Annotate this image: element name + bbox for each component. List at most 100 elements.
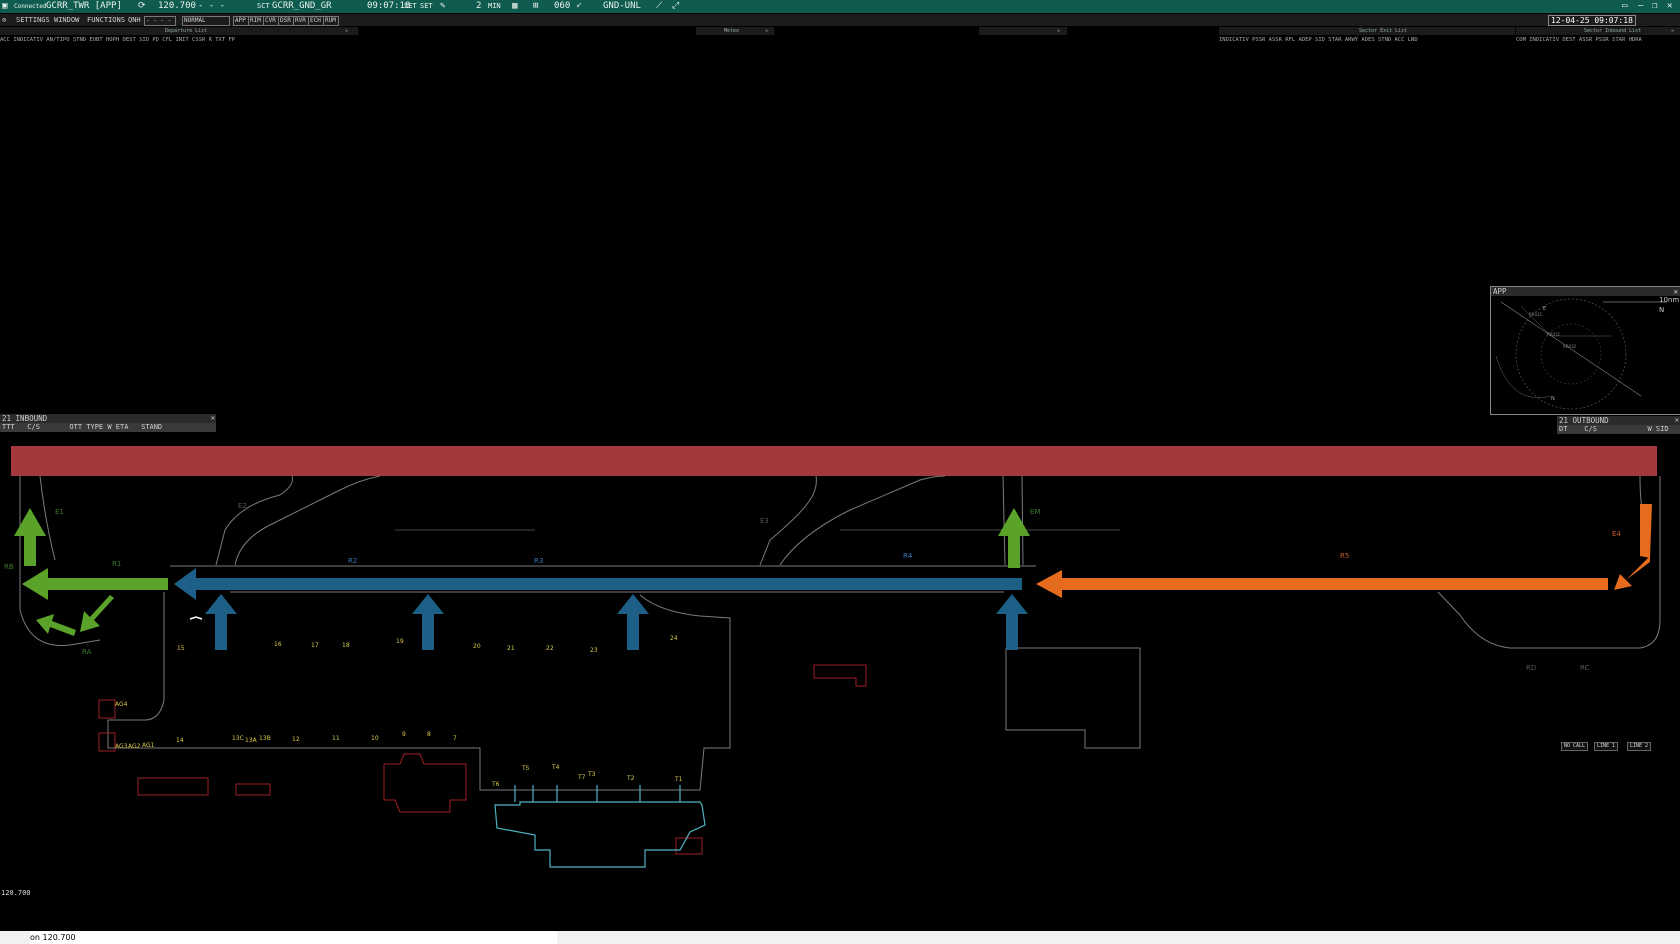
taxiway-label-left: RB [4, 563, 14, 571]
wind-icon: ➶ [576, 1, 582, 11]
stand-label: 22 [546, 645, 554, 652]
dsr-button[interactable]: DSR [278, 16, 294, 26]
grid-icon[interactable]: ▦ [512, 0, 517, 13]
green-arrow-north-e1 [14, 508, 46, 566]
ech-button[interactable]: ECH [308, 16, 324, 26]
no-call-button[interactable]: NO CALL [1561, 742, 1589, 751]
building-a [137, 777, 209, 796]
screen-icon[interactable]: ▭ [1622, 0, 1627, 13]
stand-label: 18 [342, 642, 350, 649]
meteo-titlebar[interactable]: Meteo ✕ [696, 27, 774, 35]
taxiway-e2-edge-b [234, 475, 381, 566]
set-a-button[interactable]: SET [404, 0, 417, 13]
stand-label: 20 [473, 643, 481, 650]
taxiway-label-e2: E2 [238, 502, 247, 510]
sector-inbound-list-titlebar[interactable]: Sector Inbound List ✕ [1516, 27, 1680, 35]
departure-list-titlebar[interactable]: Departure List ✕ [0, 27, 358, 35]
pin-icon[interactable]: ⊘ [2, 14, 6, 26]
taxiway-em-edge-b [1021, 475, 1024, 566]
pencil-icon[interactable]: ✎ [440, 0, 445, 13]
inbound-panel-title[interactable]: 21 INBOUND ✕ [0, 414, 216, 423]
menu-functions[interactable]: FUNCTIONS [87, 14, 125, 26]
menu-settings[interactable]: SETTINGS [16, 14, 50, 26]
runway[interactable] [11, 446, 1657, 476]
stand-label: 13C [232, 735, 244, 742]
runway-heading[interactable]: 060 [554, 0, 570, 13]
cvr-button[interactable]: CVR [263, 16, 279, 26]
meteo-close-icon[interactable]: ✕ [765, 27, 768, 35]
min-label[interactable]: MIN [488, 0, 501, 13]
level-filter[interactable]: GND-UNL [603, 0, 641, 13]
app-window-close-icon[interactable]: ✕ [1673, 287, 1678, 296]
app-window-titlebar[interactable]: APP ✕ [1491, 287, 1680, 296]
stand-label: AG4 [115, 701, 128, 708]
outbound-close-icon[interactable]: ✕ [1675, 416, 1679, 425]
meteo-title: Meteo [724, 28, 740, 34]
departure-list-title: Departure List [165, 28, 208, 34]
taxiway-label-r3: R3 [534, 557, 543, 565]
app-button[interactable]: APP [233, 16, 249, 26]
restore-icon[interactable]: ❐ [1652, 0, 1657, 13]
apron-outline [107, 592, 731, 791]
green-arrow-north-em [998, 508, 1030, 568]
measure-icon[interactable]: ⟋ [656, 0, 662, 13]
position-label[interactable]: GCRR_TWR [APP] [46, 0, 122, 13]
inbound-close-icon[interactable]: ✕ [211, 414, 215, 423]
sector-name[interactable]: GCRR_GND_GR [272, 0, 332, 13]
minimize-icon[interactable]: – [1638, 0, 1643, 13]
departure-list-close-icon[interactable]: ✕ [345, 27, 348, 35]
rim-button[interactable]: RIM [248, 16, 264, 26]
toolbar-strip-close-icon[interactable]: ✕ [1057, 27, 1060, 35]
line-2-button[interactable]: LINE 2 [1627, 742, 1652, 751]
filter-icon[interactable]: ⊞ [533, 0, 538, 13]
outbound-panel-title[interactable]: 21 OUTBOUND ✕ [1557, 416, 1680, 425]
outbound-columns: DT C/S W SID [1557, 425, 1680, 434]
sector-inbound-list-close-icon[interactable]: ✕ [1671, 27, 1674, 35]
taxiway-label-rd: RD [1526, 664, 1536, 672]
stand-label: 13B [259, 735, 271, 742]
taxiway-e4-edge [1639, 475, 1651, 531]
taxiway-label-rc: RC [1580, 664, 1590, 672]
fix-e: E [1543, 306, 1546, 312]
mode-select[interactable]: NORMAL [182, 16, 230, 26]
stand-labels: 15 16 17 18 19 20 21 22 23 24 AG4 AG3 AG… [115, 635, 683, 788]
route-icon[interactable]: ⤢ [672, 0, 679, 13]
building-b [235, 783, 271, 796]
taxiway-outlines [19, 475, 1661, 791]
rum-button[interactable]: RUM [323, 16, 339, 26]
taxiway-e3-edge-a [759, 475, 817, 566]
sector-inbound-list-columns: COM INDICATIV DEST ASSR PSSR STAR HDRA [1516, 37, 1642, 43]
date-time-display: 12-04-25 09:07:18 [1548, 15, 1636, 26]
aircraft-symbol[interactable] [189, 616, 203, 620]
stand-label: AG3 [115, 743, 128, 750]
building-ag4 [98, 699, 116, 719]
fix-rr021: RR021 [1529, 312, 1543, 317]
inbound-title-text: 21 INBOUND [2, 414, 48, 423]
app-radar-window[interactable]: APP ✕ 10nm N E RR021 RR031 RR032 N [1490, 286, 1680, 415]
close-icon[interactable]: ✕ [1667, 0, 1672, 13]
app-radar-scope[interactable]: 10nm N E RR021 RR031 RR032 N [1491, 296, 1680, 414]
refresh-icon[interactable]: ⟳ [138, 0, 146, 13]
airport-ground-map: E1 E2 E3 EM E4 R1 R2 R3 R4 R5 RB RA RD R… [4, 446, 1661, 868]
rvr-button[interactable]: RVR [293, 16, 309, 26]
building-e [675, 837, 703, 855]
sector-exit-list-titlebar[interactable]: Sector Exit List [1219, 27, 1515, 35]
login-status[interactable]: Connected [14, 0, 47, 13]
scale-label: 10nm [1659, 296, 1679, 304]
line-1-button[interactable]: LINE 1 [1594, 742, 1619, 751]
stand-label: 19 [396, 638, 404, 645]
outbound-title-text: 21 OUTBOUND [1559, 416, 1609, 425]
menu-window[interactable]: WINDOW [54, 14, 79, 26]
command-input[interactable] [30, 931, 557, 944]
top-status-bar: ▣ Connected GCRR_TWR [APP] ⟳ 120.700 - -… [0, 0, 1680, 13]
stand-label: 7 [453, 735, 457, 742]
set-b-button[interactable]: SET [420, 0, 433, 13]
frequency-display[interactable]: 120.700 [158, 0, 196, 13]
qnh-value[interactable]: - - - - [144, 16, 176, 26]
toolbar-strip[interactable]: ✕ [979, 27, 1067, 35]
stand-label: T3 [587, 771, 596, 778]
airway-line-2 [1520, 305, 1611, 337]
connection-icon[interactable]: ▣ [2, 0, 7, 13]
stand-label: T7 [577, 774, 586, 781]
taxiway-label-e4: E4 [1612, 530, 1621, 538]
